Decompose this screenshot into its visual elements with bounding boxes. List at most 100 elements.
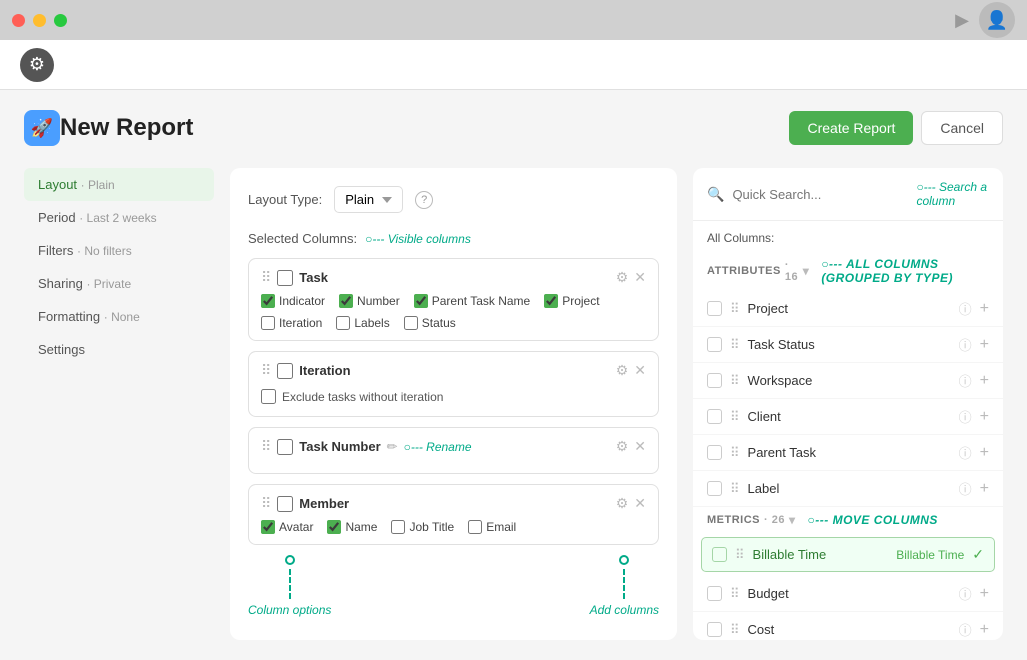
task-number-checkbox[interactable]: Number <box>339 294 400 308</box>
avatar[interactable]: 👤 <box>979 2 1015 38</box>
column-row-budget[interactable]: ⠿ Budget ⓘ + <box>693 576 1003 612</box>
rename-icon[interactable]: ✏ <box>387 439 398 455</box>
member-section-header: ⠿ Member ⚙ ✕ <box>261 495 646 512</box>
member-close-icon[interactable]: ✕ <box>634 495 646 512</box>
budget-add-icon[interactable]: + <box>980 585 989 603</box>
taskstatus-col-name: Task Status <box>748 337 951 352</box>
selected-columns-header: Selected Columns: ○--- Visible columns <box>248 231 659 246</box>
add-columns-line <box>623 569 625 599</box>
rename-row: Task Number ✏ ○--- Rename <box>299 439 471 455</box>
iteration-settings-icon[interactable]: ⚙ <box>616 362 629 379</box>
layout-help-icon[interactable]: ? <box>415 191 433 209</box>
column-row-client[interactable]: ⠿ Client ⓘ + <box>693 399 1003 435</box>
minimize-dot[interactable] <box>33 14 46 27</box>
column-row-label[interactable]: ⠿ Label ⓘ + <box>693 471 1003 507</box>
billabletime-col-checkbox[interactable] <box>712 547 727 562</box>
billabletime-col-name: Billable Time <box>753 547 885 562</box>
iteration-section-checkbox[interactable] <box>277 363 293 379</box>
column-row-project[interactable]: ⠿ Project ⓘ + <box>693 291 1003 327</box>
tasknumber-section: ⠿ Task Number ✏ ○--- Rename ⚙ ✕ <box>248 427 659 474</box>
bottom-annotations: Column options Add columns <box>248 555 659 617</box>
attributes-chevron[interactable]: ▾ <box>803 264 810 278</box>
project-add-icon[interactable]: + <box>980 300 989 318</box>
task-status-checkbox[interactable]: Status <box>404 316 456 330</box>
task-section-title: Task <box>299 270 328 285</box>
member-name-checkbox[interactable]: Name <box>327 520 377 534</box>
taskstatus-info-icon[interactable]: ⓘ <box>959 335 972 354</box>
task-indicator-checkbox[interactable]: Indicator <box>261 294 325 308</box>
parenttask-drag-handle: ⠿ <box>730 445 740 461</box>
member-email-checkbox[interactable]: Email <box>468 520 516 534</box>
right-panel: 🔍 ○--- Search a column All Columns: ATTR… <box>693 168 1003 640</box>
cost-col-checkbox[interactable] <box>707 622 722 637</box>
task-section-checkbox[interactable] <box>277 270 293 286</box>
sidebar-item-filters[interactable]: Filters · No filters <box>24 234 214 267</box>
exclude-checkbox[interactable] <box>261 389 276 404</box>
task-settings-icon[interactable]: ⚙ <box>616 269 629 286</box>
workspace-col-checkbox[interactable] <box>707 373 722 388</box>
taskstatus-add-icon[interactable]: + <box>980 336 989 354</box>
member-drag-handle[interactable]: ⠿ <box>261 495 271 512</box>
project-info-icon[interactable]: ⓘ <box>959 299 972 318</box>
tasknumber-section-checkbox[interactable] <box>277 439 293 455</box>
taskstatus-col-checkbox[interactable] <box>707 337 722 352</box>
tasknumber-drag-handle[interactable]: ⠿ <box>261 438 271 455</box>
task-drag-handle[interactable]: ⠿ <box>261 269 271 286</box>
label-add-icon[interactable]: + <box>980 480 989 498</box>
workspace-add-icon[interactable]: + <box>980 372 989 390</box>
play-icon[interactable]: ▶ <box>955 10 969 31</box>
maximize-dot[interactable] <box>54 14 67 27</box>
parenttask-col-checkbox[interactable] <box>707 445 722 460</box>
member-section-checkbox[interactable] <box>277 496 293 512</box>
close-dot[interactable] <box>12 14 25 27</box>
sidebar-item-layout[interactable]: Layout · Plain <box>24 168 214 201</box>
column-row-billable-time[interactable]: ⠿ Billable Time Billable Time ✓ <box>701 537 995 572</box>
task-close-icon[interactable]: ✕ <box>634 269 646 286</box>
task-labels-checkbox[interactable]: Labels <box>336 316 389 330</box>
billabletime-check-icon[interactable]: ✓ <box>972 546 984 563</box>
tasknumber-settings-icon[interactable]: ⚙ <box>616 438 629 455</box>
task-iteration-checkbox[interactable]: Iteration <box>261 316 322 330</box>
cost-info-icon[interactable]: ⓘ <box>959 620 972 639</box>
tasknumber-close-icon[interactable]: ✕ <box>634 438 646 455</box>
workspace-info-icon[interactable]: ⓘ <box>959 371 972 390</box>
parenttask-add-icon[interactable]: + <box>980 444 989 462</box>
column-row-cost[interactable]: ⠿ Cost ⓘ + <box>693 612 1003 640</box>
billabletime-tag: Billable Time <box>896 548 964 562</box>
member-jobtitle-checkbox[interactable]: Job Title <box>391 520 454 534</box>
budget-col-name: Budget <box>748 586 951 601</box>
client-col-checkbox[interactable] <box>707 409 722 424</box>
cancel-button[interactable]: Cancel <box>921 111 1003 145</box>
label-info-icon[interactable]: ⓘ <box>959 479 972 498</box>
budget-col-checkbox[interactable] <box>707 586 722 601</box>
column-row-taskstatus[interactable]: ⠿ Task Status ⓘ + <box>693 327 1003 363</box>
attributes-annotation: ○--- All columns (grouped by type) <box>821 257 989 285</box>
layout-type-select[interactable]: Plain <box>334 186 403 213</box>
cost-add-icon[interactable]: + <box>980 621 989 639</box>
member-settings-icon[interactable]: ⚙ <box>616 495 629 512</box>
taskstatus-drag-handle: ⠿ <box>730 337 740 353</box>
search-input[interactable] <box>732 187 908 202</box>
sidebar-item-settings[interactable]: Settings <box>24 333 214 366</box>
task-parenttaskname-checkbox[interactable]: Parent Task Name <box>414 294 531 308</box>
sidebar-item-formatting[interactable]: Formatting · None <box>24 300 214 333</box>
metrics-chevron[interactable]: ▾ <box>789 513 796 527</box>
page-header: 🚀 New Report Create Report Cancel <box>24 110 1003 146</box>
parenttask-info-icon[interactable]: ⓘ <box>959 443 972 462</box>
task-project-checkbox[interactable]: Project <box>544 294 599 308</box>
iteration-close-icon[interactable]: ✕ <box>634 362 646 379</box>
client-info-icon[interactable]: ⓘ <box>959 407 972 426</box>
column-row-workspace[interactable]: ⠿ Workspace ⓘ + <box>693 363 1003 399</box>
client-add-icon[interactable]: + <box>980 408 989 426</box>
member-avatar-checkbox[interactable]: Avatar <box>261 520 313 534</box>
iteration-drag-handle[interactable]: ⠿ <box>261 362 271 379</box>
column-row-parenttask[interactable]: ⠿ Parent Task ⓘ + <box>693 435 1003 471</box>
header-actions: Create Report Cancel <box>789 111 1003 145</box>
project-col-checkbox[interactable] <box>707 301 722 316</box>
budget-info-icon[interactable]: ⓘ <box>959 584 972 603</box>
sidebar-item-sharing[interactable]: Sharing · Private <box>24 267 214 300</box>
right-search-row: 🔍 ○--- Search a column <box>693 168 1003 221</box>
sidebar-item-period[interactable]: Period · Last 2 weeks <box>24 201 214 234</box>
create-report-button[interactable]: Create Report <box>789 111 913 145</box>
label-col-checkbox[interactable] <box>707 481 722 496</box>
